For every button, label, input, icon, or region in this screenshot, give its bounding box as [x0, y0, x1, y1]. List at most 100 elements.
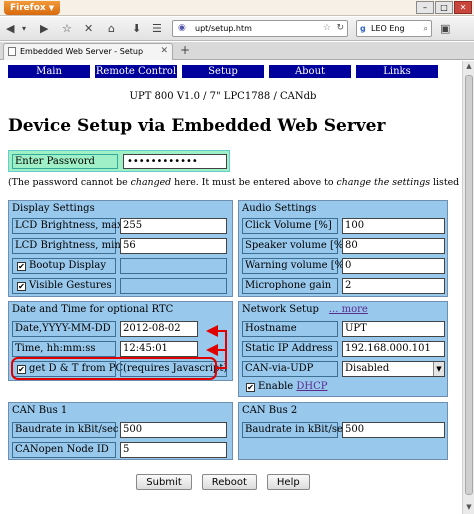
menu-main[interactable]: Main — [8, 65, 90, 78]
maximize-button[interactable]: □ — [435, 1, 453, 14]
bookmark-star-icon[interactable]: ☆ — [323, 21, 331, 36]
url-text: upt/setup.htm — [195, 24, 252, 33]
title-bar: Firefox ▼ – □ ✕ — [0, 0, 474, 16]
date-label: Date,YYYY-MM-DD — [12, 321, 116, 337]
bootup-display-cell: ✔ Bootup Display — [12, 258, 116, 274]
brightness-min-label: LCD Brightness, min — [12, 238, 121, 254]
forward-icon[interactable]: ▶ — [40, 22, 48, 35]
brightness-max-label: LCD Brightness, max — [12, 218, 123, 234]
get-pc-time-label: get D & T from PC — [29, 363, 124, 374]
dropdown-arrow-icon: ▼ — [48, 4, 55, 12]
search-engine-name: LEO Eng — [371, 24, 405, 33]
can-via-udp-label: CAN-via-UDP — [242, 361, 338, 377]
can-via-udp-select[interactable]: Disabled ▼ — [342, 361, 445, 377]
canopen-node-id-input[interactable]: 5 — [120, 442, 227, 458]
submit-button[interactable]: Submit — [136, 474, 192, 490]
empty-cell — [120, 278, 227, 294]
new-tab-icon[interactable]: + — [180, 43, 190, 58]
close-window-button[interactable]: ✕ — [454, 1, 472, 14]
device-subtitle: UPT 800 V1.0 / 7" LPC1788 / CANdb — [129, 91, 317, 102]
network-setup-title-row: Network Setup ... more — [242, 304, 368, 315]
can-via-udp-value: Disabled — [345, 363, 390, 374]
reload-icon[interactable]: ↻ — [336, 21, 344, 36]
warning-volume-label: Warning volume [%] — [242, 258, 348, 274]
canopen-node-id-label: CANopen Node ID — [12, 442, 116, 458]
firefox-label: Firefox — [10, 3, 46, 13]
back-dropdown-icon[interactable]: ▾ — [22, 24, 26, 33]
audio-settings-title: Audio Settings — [242, 203, 317, 214]
scroll-thumb[interactable] — [465, 75, 473, 495]
enable-dhcp-label: Enable — [258, 381, 297, 392]
home-icon[interactable]: ⌂ — [108, 22, 115, 35]
warning-volume-input[interactable]: 0 — [342, 258, 445, 274]
get-pc-time-cell: ✔ get D & T from PC — [12, 361, 123, 377]
vertical-scrollbar[interactable]: ▲ ▼ — [462, 61, 474, 514]
brightness-min-input[interactable]: 56 — [120, 238, 227, 254]
globe-icon: ◉ — [178, 23, 186, 33]
display-settings-title: Display Settings — [12, 203, 95, 214]
date-time-title: Date and Time for optional RTC — [12, 304, 174, 315]
scroll-down-icon[interactable]: ▼ — [464, 503, 474, 513]
search-icon[interactable]: ⌕ — [424, 21, 428, 36]
speaker-volume-input[interactable]: 80 — [342, 238, 445, 254]
note-part: listed below.) — [433, 177, 462, 188]
empty-cell — [120, 258, 227, 274]
menu-about[interactable]: About — [269, 65, 351, 78]
reboot-button[interactable]: Reboot — [201, 474, 257, 490]
addons-icon[interactable]: ▣ — [440, 22, 450, 35]
network-more-link[interactable]: ... more — [329, 304, 368, 315]
note-part: (The password cannot be — [8, 177, 131, 188]
search-bar[interactable]: g LEO Eng ⌕ — [356, 20, 432, 37]
menu-remote-control[interactable]: Remote Control — [95, 65, 177, 78]
stop-icon[interactable]: ✕ — [84, 22, 93, 35]
menu-setup[interactable]: Setup — [182, 65, 264, 78]
downloads-icon[interactable]: ⬇ — [132, 22, 141, 35]
tab-bar: Embedded Web Server - Setup ✕ + — [0, 42, 474, 60]
tab-setup[interactable]: Embedded Web Server - Setup ✕ — [3, 43, 173, 60]
action-buttons: Submit Reboot Help — [0, 474, 446, 490]
page-content: Main Remote Control Setup About Links UP… — [0, 61, 462, 514]
enable-dhcp-checkbox[interactable]: ✔ — [246, 383, 255, 392]
menu-links[interactable]: Links — [356, 65, 438, 78]
brightness-max-input[interactable]: 255 — [120, 218, 227, 234]
javascript-note: (requires Javascript) — [120, 361, 227, 377]
search-engine-icon[interactable]: g — [360, 21, 366, 36]
help-button[interactable]: Help — [266, 474, 310, 490]
note-part: here. It must be entered above to — [171, 177, 337, 188]
can-bus-1-panel: CAN Bus 1 Baudrate in kBit/sec 500 CANop… — [8, 402, 233, 460]
static-ip-label: Static IP Address — [242, 341, 338, 357]
hostname-input[interactable]: UPT — [342, 321, 445, 337]
visible-gestures-checkbox[interactable]: ✔ — [17, 282, 26, 291]
firefox-menu-button[interactable]: Firefox ▼ — [4, 1, 61, 15]
scroll-up-icon[interactable]: ▲ — [464, 62, 474, 72]
speaker-volume-label: Speaker volume [%] — [242, 238, 347, 254]
dhcp-link[interactable]: DHCP — [296, 381, 327, 392]
password-input[interactable] — [123, 154, 227, 169]
time-input[interactable]: 12:45:01 — [120, 341, 198, 357]
click-volume-label: Click Volume [%] — [242, 218, 338, 234]
password-note: (The password cannot be changed here. It… — [8, 177, 462, 188]
audio-settings-panel: Audio Settings Click Volume [%] 100 Spea… — [238, 200, 448, 297]
microphone-gain-input[interactable]: 2 — [342, 278, 445, 294]
chevron-down-icon[interactable]: ▼ — [433, 362, 444, 376]
can1-baudrate-input[interactable]: 500 — [120, 422, 227, 438]
visible-gestures-label: Visible Gestures — [29, 280, 112, 291]
bootup-display-checkbox[interactable]: ✔ — [17, 262, 26, 271]
minimize-button[interactable]: – — [416, 1, 434, 14]
can2-baudrate-label: Baudrate in kBit/sec — [242, 422, 348, 438]
note-emphasis: changed — [130, 177, 172, 188]
click-volume-input[interactable]: 100 — [342, 218, 445, 234]
bookmarks-icon[interactable]: ☆ — [62, 22, 72, 35]
static-ip-input[interactable]: 192.168.000.101 — [342, 341, 445, 357]
get-pc-time-checkbox[interactable]: ✔ — [17, 365, 26, 374]
page-title: Device Setup via Embedded Web Server — [8, 116, 386, 136]
network-setup-panel: Network Setup ... more Hostname UPT Stati… — [238, 301, 448, 397]
back-icon[interactable]: ◀ — [6, 22, 14, 35]
url-bar[interactable]: ◉ upt/setup.htm ☆ ↻ — [172, 20, 348, 37]
navigation-toolbar: ◀ ▾ ▶ ☆ ✕ ⌂ ⬇ ☰ ◉ upt/setup.htm ☆ ↻ g LE… — [0, 17, 474, 41]
close-tab-icon[interactable]: ✕ — [160, 44, 168, 59]
visible-gestures-cell: ✔ Visible Gestures — [12, 278, 116, 294]
menu-icon[interactable]: ☰ — [152, 22, 162, 35]
can2-baudrate-input[interactable]: 500 — [342, 422, 445, 438]
date-input[interactable]: 2012-08-02 — [120, 321, 198, 337]
